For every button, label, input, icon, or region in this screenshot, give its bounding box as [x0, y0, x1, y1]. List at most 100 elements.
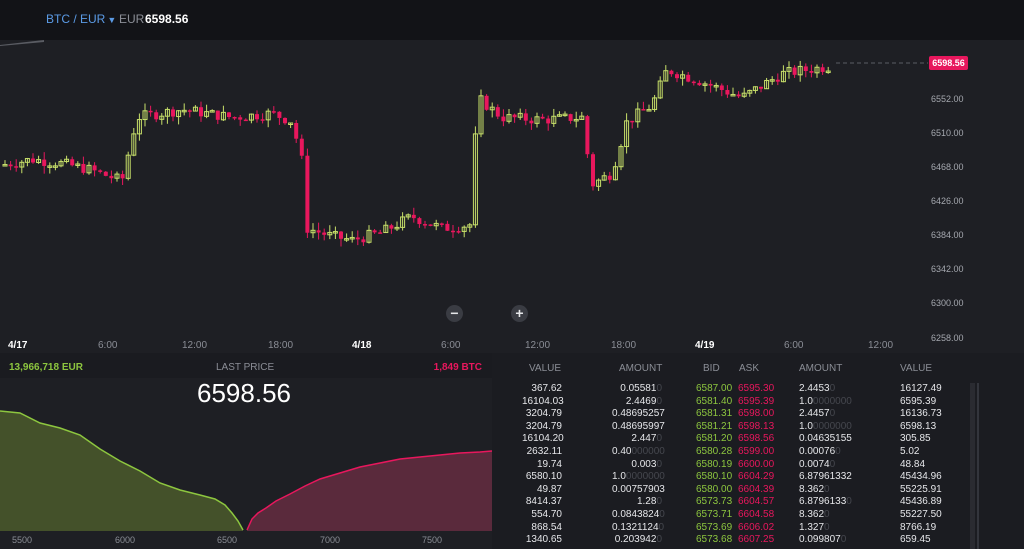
candle-body [484, 95, 489, 110]
candle-body [322, 232, 327, 235]
ask-price-text: 6604.29 [738, 471, 775, 483]
order-book-row[interactable]: 868.54 0.13211240 6573.69 6606.02 1.3270 8766… [492, 522, 1024, 535]
order-amount-text: 0.003 [631, 458, 657, 470]
zoom-in-button[interactable]: + [511, 305, 528, 322]
ask-price-text: 6604.57 [738, 496, 775, 508]
order-amount-text: 0.00757903 [612, 483, 665, 495]
order-book-row[interactable]: 2632.11 0.40000000 6580.28 6599.00 0.000760 5… [492, 446, 1024, 459]
order-book-row[interactable]: 3204.79 0.48695257 6581.31 6598.00 2.44570 16… [492, 408, 1024, 421]
order-book-row[interactable]: 16104.20 2.4470 6581.20 6598.56 0.04635155 30… [492, 433, 1024, 446]
bid-price-text: 6580.00 [696, 483, 733, 495]
depth-x-label: 7500 [422, 535, 443, 545]
order-book-row[interactable]: 6580.10 1.00000000 6580.10 6604.29 6.8796133… [492, 471, 1024, 484]
order-book-row[interactable]: 19.74 0.0030 6580.19 6600.00 0.00740 48.84 [492, 459, 1024, 472]
order-value-text: 16104.20 [522, 433, 564, 445]
bid-price-text: 6573.71 [696, 509, 733, 520]
bid-price-text: 6580.10 [696, 471, 733, 483]
order-book-row[interactable]: 49.87 0.00757903 6580.00 6604.39 8.3620 55225… [492, 484, 1024, 497]
ask-price: 6595.39 [738, 396, 774, 408]
order-value: 16104.03 [522, 396, 564, 408]
pair-selector[interactable]: BTC / EUR ▼ [46, 12, 116, 26]
order-value-text: 554.70 [531, 509, 562, 520]
header-price: 6598.56 [145, 12, 189, 26]
ask-amount: 6.87961332 [799, 471, 852, 483]
ask-value: 6598.13 [900, 421, 936, 433]
order-value: 6580.10 [522, 471, 562, 483]
order-value-text: 3204.79 [525, 420, 562, 432]
ask-price-text: 6595.30 [738, 383, 775, 394]
order-value-text: 8414.37 [525, 496, 562, 508]
time-axis-label: 18:00 [611, 340, 637, 351]
order-amount-padding: 0 [656, 534, 662, 546]
candle-body [512, 114, 517, 118]
ask-amount-text: 6.8796133 [799, 496, 847, 508]
ask-value: 48.84 [900, 459, 925, 471]
order-value: 8414.37 [522, 496, 562, 508]
order-value-text: 3204.79 [525, 408, 562, 420]
order-value-text: 1340.65 [525, 534, 562, 546]
time-axis-label: 18:00 [268, 340, 294, 351]
ask-price: 6604.39 [738, 484, 774, 496]
order-amount-text: 2.447 [631, 433, 657, 445]
candle-body [361, 239, 366, 243]
time-axis-label: 4/19 [695, 340, 715, 351]
ask-value: 6595.39 [900, 396, 936, 408]
candle-body [585, 116, 590, 155]
price-axis-label: 6258.00 [931, 333, 964, 343]
ask-value-text: 305.85 [900, 433, 931, 445]
order-amount: 0.48695257 [612, 408, 665, 420]
order-amount: 0.13211240 [612, 521, 665, 534]
zoom-out-button[interactable]: − [446, 305, 463, 322]
ask-amount-text: 8.362 [799, 509, 825, 520]
zoom-slider[interactable] [0, 40, 44, 46]
last-price: 6598.56 [197, 378, 291, 408]
candle-body [92, 165, 97, 171]
header-value: VALUE [529, 363, 562, 374]
ask-price-text: 6598.56 [738, 433, 775, 445]
order-book-row[interactable]: 16104.03 2.44690 6581.40 6595.39 1.00000000 6… [492, 396, 1024, 409]
candle-body [423, 224, 427, 226]
price-axis-label: 6426.00 [931, 196, 964, 206]
ask-amount-padding: 0000000 [812, 420, 852, 432]
order-book-row[interactable]: 8414.37 1.280 6573.73 6604.57 6.87961330 4543… [492, 496, 1024, 509]
candle-body [260, 119, 265, 121]
ask-price: 6600.00 [738, 459, 774, 471]
order-book-row[interactable]: 3204.79 0.48695997 6581.21 6598.13 1.0000000… [492, 421, 1024, 434]
ask-amount-padding: 0 [829, 408, 836, 420]
order-book-row[interactable]: 554.70 0.08438240 6573.71 6604.58 8.3620 5522… [492, 509, 1024, 522]
candle-body [389, 225, 394, 229]
ask-price-text: 6600.00 [738, 458, 775, 470]
minus-icon: − [450, 305, 459, 321]
bid-price: 6573.73 [696, 496, 732, 508]
order-amount-padding: 0 [658, 521, 665, 533]
price-axis-label: 6342.00 [931, 264, 964, 274]
candle-body [523, 113, 528, 121]
order-book[interactable]: VALUE AMOUNT BID ASK AMOUNT VALUE 367.62… [492, 353, 1024, 549]
candle-body [669, 70, 674, 75]
order-amount-padding: 0 [656, 383, 662, 394]
price-axis-label: 6468.00 [931, 162, 964, 172]
ask-amount-padding: 0 [824, 521, 830, 533]
candle-body [339, 231, 343, 239]
bid-price-text: 6573.69 [696, 521, 733, 533]
candle-body [417, 218, 422, 225]
bid-price-text: 6580.19 [696, 458, 733, 470]
candle-body [171, 109, 175, 117]
order-book-scrollbar[interactable] [970, 383, 975, 549]
order-book-row[interactable]: 1340.65 0.2039420 6573.68 6607.25 0.0998070 6… [492, 534, 1024, 547]
order-amount-text: 0.05581 [620, 383, 657, 394]
candle-body [31, 158, 35, 163]
ask-amount-text: 0.00076 [799, 446, 836, 457]
candle-body [546, 118, 551, 124]
bid-price: 6573.69 [696, 522, 732, 534]
ask-value-text: 45436.89 [900, 496, 942, 508]
ask-value: 45434.96 [900, 471, 942, 483]
candle-body [725, 89, 730, 95]
bid-price: 6581.21 [696, 421, 732, 433]
candle-body [411, 214, 416, 219]
ask-amount: 0.04635155 [799, 433, 852, 445]
order-amount: 0.0030 [612, 459, 662, 471]
order-book-row[interactable]: 367.62 0.055810 6587.00 6595.30 2.44530 16127… [492, 383, 1024, 396]
candle-body [299, 138, 304, 156]
candlestick-chart[interactable]: 6598.56 6552.00 6510.00 6468.00 6426.00 6384… [0, 40, 1024, 353]
